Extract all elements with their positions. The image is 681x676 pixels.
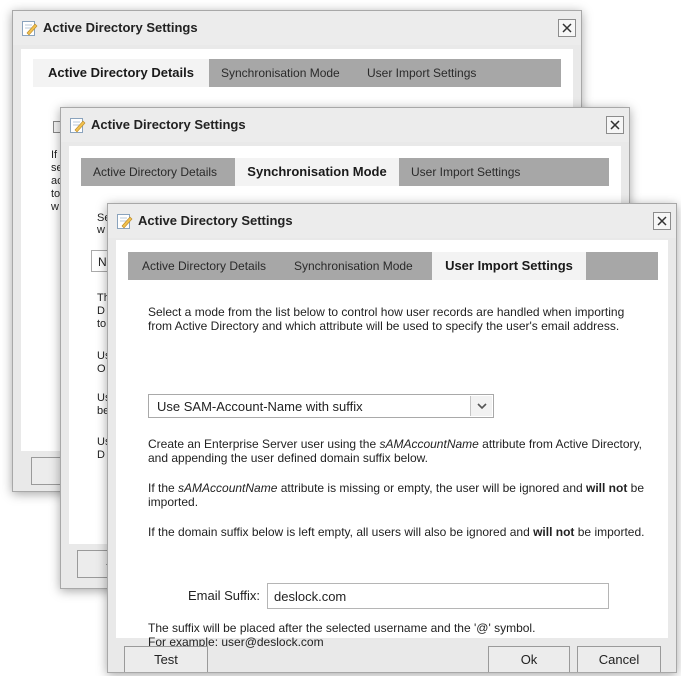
dropdown-button[interactable]	[470, 396, 492, 416]
front-close-button[interactable]	[653, 212, 671, 230]
middle-text-fragment: D	[97, 449, 105, 461]
import-mode-select[interactable]: Use SAM-Account-Name with suffix	[148, 394, 494, 418]
import-mode-value: Use SAM-Account-Name with suffix	[157, 399, 363, 414]
note-text: be imported.	[574, 525, 645, 539]
close-icon	[562, 23, 572, 33]
front-dialog-panel: Active Directory Details Synchronisation…	[116, 240, 668, 649]
settings-document-icon	[69, 117, 86, 134]
settings-document-icon	[116, 213, 133, 230]
emphasis-text: will not	[533, 525, 575, 539]
tab-synchronisation-mode[interactable]: Synchronisation Mode	[221, 59, 340, 87]
ok-button-label: Ok	[520, 652, 538, 667]
settings-document-icon	[21, 20, 38, 37]
back-dialog-titlebar: Active Directory Settings	[13, 11, 581, 45]
front-dialog: Active Directory Settings Active Directo…	[107, 203, 677, 673]
test-button[interactable]: Test	[124, 646, 208, 672]
back-text-fragment: w	[51, 201, 59, 213]
note-text: If the	[148, 481, 179, 495]
middle-tabstrip: Active Directory Details Synchronisation…	[81, 158, 609, 186]
ok-button[interactable]: Ok	[488, 646, 570, 672]
back-close-button[interactable]	[558, 19, 576, 37]
middle-close-button[interactable]	[606, 116, 624, 134]
middle-text-fragment: D	[97, 305, 105, 317]
cancel-button-label: Cancel	[598, 652, 640, 667]
back-dialog-title: Active Directory Settings	[43, 20, 198, 35]
front-tabstrip: Active Directory Details Synchronisation…	[128, 252, 658, 280]
note-text: attribute is missing or empty, the user …	[277, 481, 586, 495]
back-text-fragment: to	[51, 188, 61, 200]
mode-description-text: Create an Enterprise Server user using t…	[148, 437, 380, 451]
middle-text-fragment: w	[97, 224, 105, 236]
middle-dialog-titlebar: Active Directory Settings	[61, 108, 629, 142]
tab-synchronisation-mode[interactable]: Synchronisation Mode	[235, 158, 399, 186]
intro-text: Select a mode from the list below to con…	[148, 305, 625, 333]
middle-text-fragment: to	[97, 318, 107, 330]
tab-active-directory-details[interactable]: Active Directory Details	[33, 59, 209, 87]
middle-dialog-title: Active Directory Settings	[91, 117, 246, 132]
cancel-button[interactable]: Cancel	[577, 646, 661, 672]
close-icon	[610, 120, 620, 130]
front-dialog-title: Active Directory Settings	[138, 213, 293, 228]
tab-user-import-settings[interactable]: User Import Settings	[367, 59, 476, 87]
suffix-note-line1: The suffix will be placed after the sele…	[148, 621, 536, 635]
missing-attribute-note: If the sAMAccountName attribute is missi…	[148, 481, 648, 509]
note-text: If the domain suffix below is left empty…	[148, 525, 534, 539]
tab-user-import-settings[interactable]: User Import Settings	[432, 252, 586, 280]
attribute-name: sAMAccountName	[379, 437, 479, 451]
middle-text-fragment: O	[97, 363, 106, 375]
tab-user-import-settings[interactable]: User Import Settings	[411, 158, 520, 186]
tab-active-directory-details[interactable]: Active Directory Details	[142, 252, 266, 280]
mode-description: Create an Enterprise Server user using t…	[148, 437, 648, 465]
attribute-name: sAMAccountName	[178, 481, 278, 495]
empty-suffix-note: If the domain suffix below is left empty…	[148, 525, 648, 539]
close-icon	[657, 216, 667, 226]
middle-select-value: N	[98, 255, 107, 269]
emphasis-text: will not	[586, 481, 628, 495]
suffix-note-line2: For example: user@deslock.com	[148, 635, 324, 649]
front-dialog-titlebar: Active Directory Settings	[108, 204, 676, 238]
test-button-label: Test	[154, 652, 178, 667]
back-text-fragment: If	[51, 149, 58, 161]
email-suffix-input[interactable]	[267, 583, 609, 609]
tab-active-directory-details[interactable]: Active Directory Details	[93, 158, 217, 186]
email-suffix-label: Email Suffix:	[188, 588, 261, 603]
tab-synchronisation-mode[interactable]: Synchronisation Mode	[294, 252, 413, 280]
chevron-down-icon	[477, 403, 487, 410]
back-tabstrip: Active Directory Details Synchronisation…	[33, 59, 561, 87]
